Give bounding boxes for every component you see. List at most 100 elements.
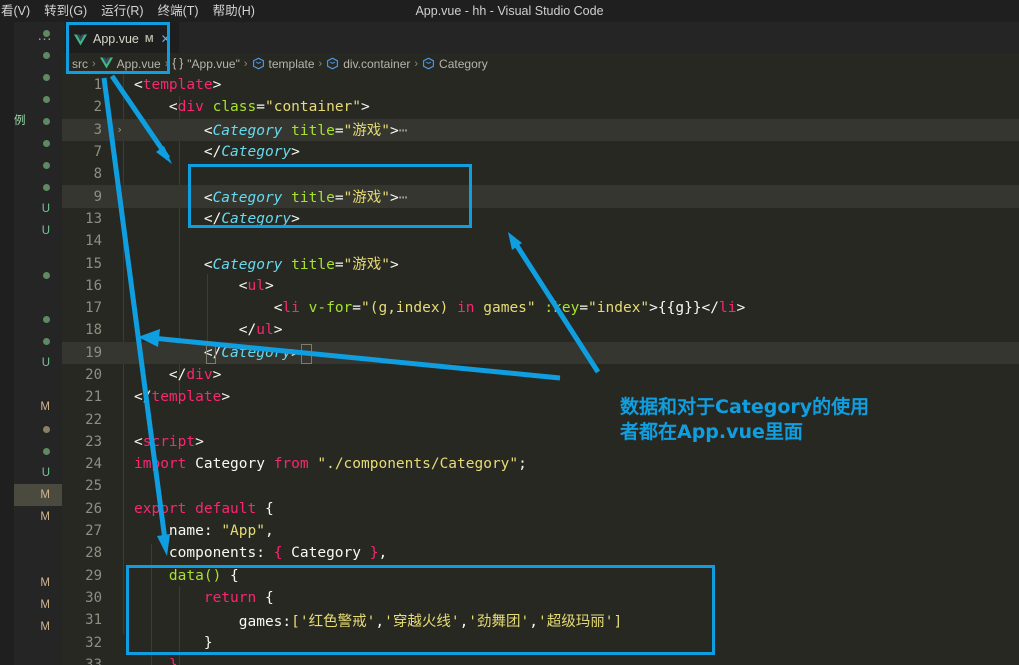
code-line[interactable]: 22	[62, 408, 1019, 430]
code-line[interactable]: 18 </ul>	[62, 319, 1019, 341]
explorer-file-row[interactable]	[14, 286, 62, 308]
code-line[interactable]: 32 }	[62, 631, 1019, 653]
code-line[interactable]: 7 </Category>	[62, 141, 1019, 163]
explorer-file-row[interactable]	[14, 330, 62, 352]
code-line[interactable]: 33 }	[62, 654, 1019, 665]
code-line[interactable]: 31 games:['红色警戒','穿越火线','劲舞团','超级玛丽']	[62, 609, 1019, 631]
explorer-file-row[interactable]	[14, 374, 62, 396]
explorer-file-row[interactable]: U	[14, 220, 62, 242]
menu-item-terminal[interactable]: 终端(T)	[151, 1, 206, 21]
menu-item-goto[interactable]: 转到(G)	[37, 1, 94, 21]
editor-tab-app-vue[interactable]: App.vue M ✕	[65, 22, 179, 54]
breadcrumb-separator: ›	[164, 57, 169, 70]
git-modified-dot-icon	[43, 139, 50, 147]
explorer-file-row[interactable]	[14, 550, 62, 572]
breadcrumb[interactable]: src › App.vue › { } "App.vue" › template…	[62, 53, 1019, 74]
line-number: 17	[85, 300, 102, 317]
explorer-file-row[interactable]	[14, 110, 62, 132]
close-icon[interactable]: ✕	[160, 33, 171, 45]
explorer-file-row[interactable]	[14, 66, 62, 88]
breadcrumb-item-src[interactable]: src	[72, 57, 88, 71]
git-modified-dot-icon	[43, 95, 50, 103]
line-number: 26	[85, 500, 102, 517]
fold-expand-icon[interactable]: ›	[113, 123, 126, 136]
code-line[interactable]: 16 <ul>	[62, 275, 1019, 297]
symbol-namespace-icon	[252, 57, 265, 70]
vscode-window: 看(V) 转到(G) 运行(R) 终端(T) 帮助(H) App.vue - h…	[0, 0, 1019, 665]
code-line[interactable]: 25	[62, 475, 1019, 497]
code-line[interactable]: 13 </Category>	[62, 208, 1019, 230]
line-number: 19	[85, 344, 102, 361]
code-text: <Category title="游戏">	[203, 257, 399, 274]
code-line[interactable]: 29 data() {	[62, 565, 1019, 587]
code-line[interactable]: 20 </div>	[62, 364, 1019, 386]
explorer-file-row[interactable]: M	[14, 506, 62, 528]
explorer-file-row[interactable]	[14, 638, 62, 660]
activity-bar[interactable]	[0, 22, 14, 665]
breadcrumb-item-category[interactable]: Category	[422, 57, 488, 71]
explorer-file-row[interactable]	[14, 132, 62, 154]
explorer-file-row[interactable]	[14, 418, 62, 440]
breadcrumb-item-div-container[interactable]: div.container	[326, 57, 410, 71]
breadcrumb-item-template[interactable]: template	[252, 57, 315, 71]
explorer-file-row[interactable]: U	[14, 352, 62, 374]
code-text: export default {	[134, 500, 274, 517]
title-bar: 看(V) 转到(G) 运行(R) 终端(T) 帮助(H) App.vue - h…	[0, 0, 1019, 22]
explorer-file-row[interactable]	[14, 242, 62, 264]
code-line[interactable]: 2 <div class="container">	[62, 96, 1019, 118]
line-number: 3	[93, 121, 102, 138]
explorer-file-row[interactable]	[14, 88, 62, 110]
explorer-file-row[interactable]: M	[14, 616, 62, 638]
code-line[interactable]: 1 <template>	[62, 74, 1019, 96]
bracket-match-close	[301, 344, 312, 364]
code-text: <li v-for="(g,index) in games" :key="ind…	[273, 300, 746, 317]
explorer-file-row[interactable]: U	[14, 462, 62, 484]
code-line[interactable]: 15 <Category title="游戏">	[62, 252, 1019, 274]
menu-item-run[interactable]: 运行(R)	[94, 1, 150, 21]
code-text: <script>	[134, 433, 204, 450]
explorer-file-row[interactable]: M	[14, 594, 62, 616]
explorer-file-row[interactable]	[14, 44, 62, 66]
code-line[interactable]: 14	[62, 230, 1019, 252]
code-text: </Category>	[203, 210, 300, 227]
code-line[interactable]: 27 name: "App",	[62, 520, 1019, 542]
code-line[interactable]: 9 › <Category title="游戏">⋯	[62, 185, 1019, 208]
code-line[interactable]: 23 <script>	[62, 431, 1019, 453]
menu-item-help[interactable]: 帮助(H)	[206, 1, 262, 21]
code-text: <template>	[134, 77, 222, 94]
explorer-file-row[interactable]: M	[14, 484, 62, 506]
code-line[interactable]: 24 import Category from "./components/Cat…	[62, 453, 1019, 475]
explorer-file-row[interactable]: M	[14, 396, 62, 418]
code-text: </Category>	[203, 144, 300, 161]
code-line[interactable]: 26 export default {	[62, 498, 1019, 520]
code-line[interactable]: 30 return {	[62, 587, 1019, 609]
code-line[interactable]: 3 › <Category title="游戏">⋯	[62, 118, 1019, 141]
code-line[interactable]: 21 </template>	[62, 386, 1019, 408]
editor-tab-bar[interactable]: … App.vue M ✕	[37, 22, 1019, 54]
explorer-file-row[interactable]: M	[14, 660, 62, 665]
explorer-file-row[interactable]	[14, 176, 62, 198]
line-number: 28	[85, 545, 102, 562]
menu-bar[interactable]: 看(V) 转到(G) 运行(R) 终端(T) 帮助(H)	[0, 0, 262, 22]
breadcrumb-item-appvue-symbol[interactable]: { } "App.vue"	[172, 57, 239, 71]
explorer-file-list[interactable]: 例 UUUMUMMMMMM	[14, 22, 62, 665]
code-line[interactable]: 28 components: { Category },	[62, 542, 1019, 564]
code-line[interactable]: 8	[62, 163, 1019, 185]
fold-expand-icon[interactable]: ›	[113, 190, 126, 203]
line-number: 31	[85, 612, 102, 629]
explorer-file-row[interactable]: U	[14, 198, 62, 220]
explorer-sidebar[interactable]: 例 UUUMUMMMMMM	[0, 22, 62, 665]
explorer-file-row[interactable]	[14, 264, 62, 286]
menu-item-view[interactable]: 看(V)	[0, 1, 37, 21]
code-line[interactable]: 17 <li v-for="(g,index) in games" :key="…	[62, 297, 1019, 319]
git-untracked-badge: U	[41, 356, 50, 369]
explorer-file-row[interactable]	[14, 440, 62, 462]
code-editor[interactable]: 1 <template> 2 <div class="container"> 3 › <…	[62, 74, 1019, 665]
more-actions-icon[interactable]: …	[34, 28, 56, 46]
explorer-file-row[interactable]	[14, 308, 62, 330]
breadcrumb-item-appvue[interactable]: App.vue	[99, 57, 161, 71]
explorer-file-row[interactable]: M	[14, 572, 62, 594]
explorer-file-row[interactable]	[14, 528, 62, 550]
breadcrumb-separator: ›	[243, 57, 248, 70]
explorer-file-row[interactable]	[14, 154, 62, 176]
